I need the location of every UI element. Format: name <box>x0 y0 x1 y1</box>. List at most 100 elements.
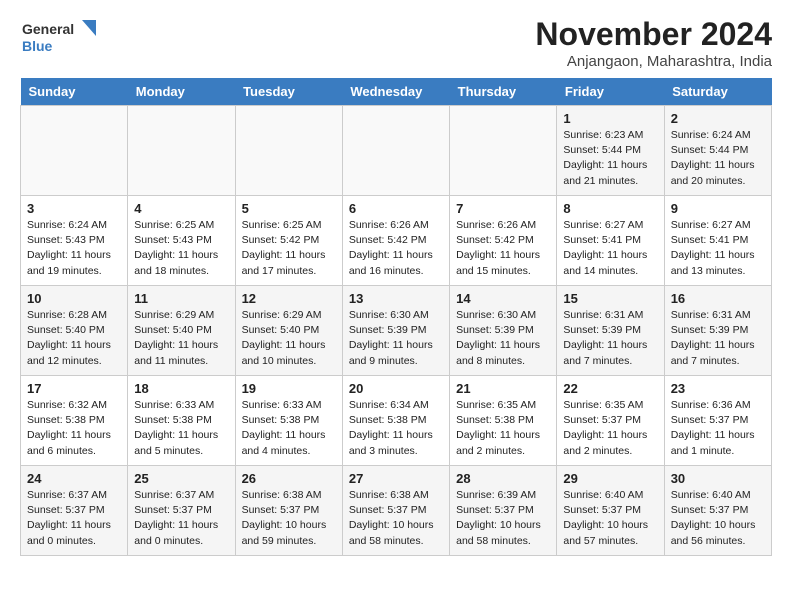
day-number: 9 <box>671 201 765 216</box>
day-info: Sunrise: 6:29 AM Sunset: 5:40 PM Dayligh… <box>134 308 228 369</box>
day-number: 20 <box>349 381 443 396</box>
day-number: 25 <box>134 471 228 486</box>
day-info: Sunrise: 6:27 AM Sunset: 5:41 PM Dayligh… <box>671 218 765 279</box>
col-header-wednesday: Wednesday <box>342 78 449 106</box>
day-info: Sunrise: 6:25 AM Sunset: 5:42 PM Dayligh… <box>242 218 336 279</box>
day-cell: 10 Sunrise: 6:28 AM Sunset: 5:40 PM Dayli… <box>21 286 128 376</box>
day-cell: 9 Sunrise: 6:27 AM Sunset: 5:41 PM Daylig… <box>664 196 771 286</box>
day-cell: 17 Sunrise: 6:32 AM Sunset: 5:38 PM Dayli… <box>21 376 128 466</box>
day-number: 11 <box>134 291 228 306</box>
col-header-thursday: Thursday <box>450 78 557 106</box>
day-info: Sunrise: 6:39 AM Sunset: 5:37 PM Dayligh… <box>456 488 550 549</box>
col-header-saturday: Saturday <box>664 78 771 106</box>
day-number: 29 <box>563 471 657 486</box>
day-cell: 5 Sunrise: 6:25 AM Sunset: 5:42 PM Daylig… <box>235 196 342 286</box>
svg-text:Blue: Blue <box>22 38 53 54</box>
day-info: Sunrise: 6:30 AM Sunset: 5:39 PM Dayligh… <box>456 308 550 369</box>
day-cell: 18 Sunrise: 6:33 AM Sunset: 5:38 PM Dayli… <box>128 376 235 466</box>
day-number: 15 <box>563 291 657 306</box>
day-number: 17 <box>27 381 121 396</box>
day-cell: 3 Sunrise: 6:24 AM Sunset: 5:43 PM Daylig… <box>21 196 128 286</box>
day-info: Sunrise: 6:36 AM Sunset: 5:37 PM Dayligh… <box>671 398 765 459</box>
header: GeneralBlue November 2024 Anjangaon, Mah… <box>20 16 772 70</box>
day-info: Sunrise: 6:32 AM Sunset: 5:38 PM Dayligh… <box>27 398 121 459</box>
day-info: Sunrise: 6:40 AM Sunset: 5:37 PM Dayligh… <box>671 488 765 549</box>
day-number: 30 <box>671 471 765 486</box>
day-cell: 25Sunrise: 6:37 AM Sunset: 5:37 PM Dayli… <box>128 466 235 556</box>
day-cell: 26 Sunrise: 6:38 AM Sunset: 5:37 PM Dayli… <box>235 466 342 556</box>
day-cell <box>21 106 128 196</box>
day-cell: 14 Sunrise: 6:30 AM Sunset: 5:39 PM Dayli… <box>450 286 557 376</box>
day-cell: 29 Sunrise: 6:40 AM Sunset: 5:37 PM Dayli… <box>557 466 664 556</box>
col-header-tuesday: Tuesday <box>235 78 342 106</box>
day-cell: 13 Sunrise: 6:30 AM Sunset: 5:39 PM Dayli… <box>342 286 449 376</box>
day-cell: 16 Sunrise: 6:31 AM Sunset: 5:39 PM Dayli… <box>664 286 771 376</box>
week-row-1: 1Sunrise: 6:23 AM Sunset: 5:44 PM Daylig… <box>21 106 772 196</box>
day-number: 19 <box>242 381 336 396</box>
day-cell: 4Sunrise: 6:25 AM Sunset: 5:43 PM Daylig… <box>128 196 235 286</box>
day-number: 22 <box>563 381 657 396</box>
day-cell: 8Sunrise: 6:27 AM Sunset: 5:41 PM Daylig… <box>557 196 664 286</box>
day-number: 21 <box>456 381 550 396</box>
day-cell: 23Sunrise: 6:36 AM Sunset: 5:37 PM Dayli… <box>664 376 771 466</box>
day-info: Sunrise: 6:24 AM Sunset: 5:43 PM Dayligh… <box>27 218 121 279</box>
day-number: 24 <box>27 471 121 486</box>
week-row-2: 3 Sunrise: 6:24 AM Sunset: 5:43 PM Daylig… <box>21 196 772 286</box>
day-info: Sunrise: 6:25 AM Sunset: 5:43 PM Dayligh… <box>134 218 228 279</box>
svg-text:General: General <box>22 21 74 37</box>
day-number: 3 <box>27 201 121 216</box>
day-number: 12 <box>242 291 336 306</box>
day-cell: 6 Sunrise: 6:26 AM Sunset: 5:42 PM Daylig… <box>342 196 449 286</box>
day-info: Sunrise: 6:30 AM Sunset: 5:39 PM Dayligh… <box>349 308 443 369</box>
day-number: 16 <box>671 291 765 306</box>
day-number: 10 <box>27 291 121 306</box>
day-cell: 11 Sunrise: 6:29 AM Sunset: 5:40 PM Dayli… <box>128 286 235 376</box>
day-cell: 28Sunrise: 6:39 AM Sunset: 5:37 PM Dayli… <box>450 466 557 556</box>
day-number: 27 <box>349 471 443 486</box>
day-info: Sunrise: 6:37 AM Sunset: 5:37 PM Dayligh… <box>27 488 121 549</box>
title-area: November 2024 Anjangaon, Maharashtra, In… <box>535 16 772 70</box>
day-info: Sunrise: 6:26 AM Sunset: 5:42 PM Dayligh… <box>349 218 443 279</box>
day-info: Sunrise: 6:26 AM Sunset: 5:42 PM Dayligh… <box>456 218 550 279</box>
day-cell: 19 Sunrise: 6:33 AM Sunset: 5:38 PM Dayli… <box>235 376 342 466</box>
day-info: Sunrise: 6:29 AM Sunset: 5:40 PM Dayligh… <box>242 308 336 369</box>
day-info: Sunrise: 6:35 AM Sunset: 5:37 PM Dayligh… <box>563 398 657 459</box>
col-header-friday: Friday <box>557 78 664 106</box>
day-number: 5 <box>242 201 336 216</box>
day-info: Sunrise: 6:24 AM Sunset: 5:44 PM Dayligh… <box>671 128 765 189</box>
day-cell: 7 Sunrise: 6:26 AM Sunset: 5:42 PM Daylig… <box>450 196 557 286</box>
day-number: 1 <box>563 111 657 126</box>
day-cell <box>450 106 557 196</box>
day-cell: 27 Sunrise: 6:38 AM Sunset: 5:37 PM Dayli… <box>342 466 449 556</box>
day-number: 26 <box>242 471 336 486</box>
day-info: Sunrise: 6:34 AM Sunset: 5:38 PM Dayligh… <box>349 398 443 459</box>
day-cell <box>235 106 342 196</box>
day-cell: 22 Sunrise: 6:35 AM Sunset: 5:37 PM Dayli… <box>557 376 664 466</box>
day-cell <box>128 106 235 196</box>
day-number: 7 <box>456 201 550 216</box>
header-row: SundayMondayTuesdayWednesdayThursdayFrid… <box>21 78 772 106</box>
day-info: Sunrise: 6:33 AM Sunset: 5:38 PM Dayligh… <box>134 398 228 459</box>
day-cell: 20 Sunrise: 6:34 AM Sunset: 5:38 PM Dayli… <box>342 376 449 466</box>
day-info: Sunrise: 6:38 AM Sunset: 5:37 PM Dayligh… <box>349 488 443 549</box>
day-number: 14 <box>456 291 550 306</box>
logo: GeneralBlue <box>20 16 106 56</box>
week-row-5: 24 Sunrise: 6:37 AM Sunset: 5:37 PM Dayli… <box>21 466 772 556</box>
day-info: Sunrise: 6:38 AM Sunset: 5:37 PM Dayligh… <box>242 488 336 549</box>
day-info: Sunrise: 6:31 AM Sunset: 5:39 PM Dayligh… <box>563 308 657 369</box>
day-number: 18 <box>134 381 228 396</box>
week-row-3: 10 Sunrise: 6:28 AM Sunset: 5:40 PM Dayli… <box>21 286 772 376</box>
day-info: Sunrise: 6:33 AM Sunset: 5:38 PM Dayligh… <box>242 398 336 459</box>
month-title: November 2024 <box>535 16 772 53</box>
day-cell: 2Sunrise: 6:24 AM Sunset: 5:44 PM Daylig… <box>664 106 771 196</box>
day-info: Sunrise: 6:31 AM Sunset: 5:39 PM Dayligh… <box>671 308 765 369</box>
day-cell: 21Sunrise: 6:35 AM Sunset: 5:38 PM Dayli… <box>450 376 557 466</box>
location: Anjangaon, Maharashtra, India <box>535 53 772 70</box>
day-info: Sunrise: 6:28 AM Sunset: 5:40 PM Dayligh… <box>27 308 121 369</box>
day-number: 13 <box>349 291 443 306</box>
day-cell: 15 Sunrise: 6:31 AM Sunset: 5:39 PM Dayli… <box>557 286 664 376</box>
day-cell: 12 Sunrise: 6:29 AM Sunset: 5:40 PM Dayli… <box>235 286 342 376</box>
day-info: Sunrise: 6:40 AM Sunset: 5:37 PM Dayligh… <box>563 488 657 549</box>
calendar-table: SundayMondayTuesdayWednesdayThursdayFrid… <box>20 78 772 556</box>
day-number: 6 <box>349 201 443 216</box>
